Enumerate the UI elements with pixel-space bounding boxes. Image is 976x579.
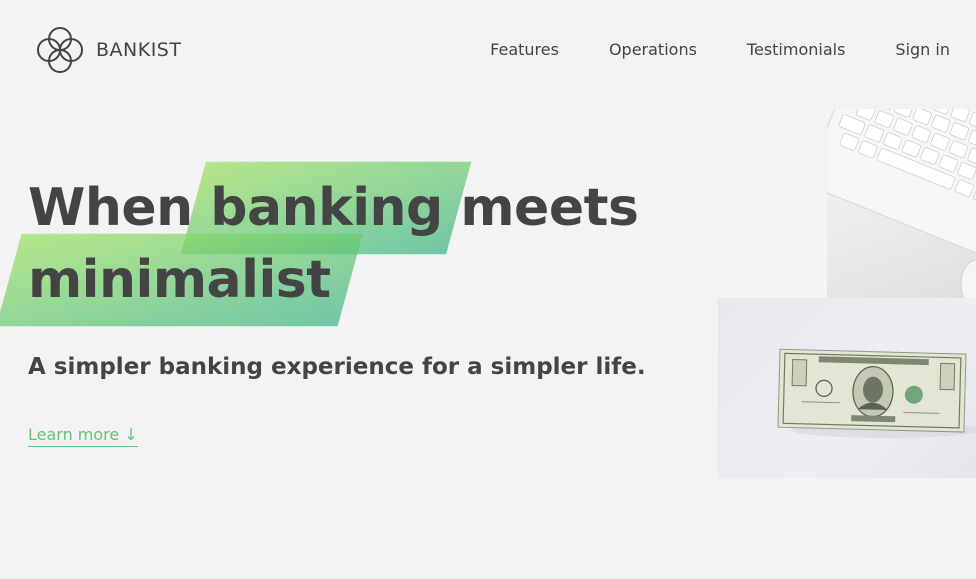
nav-link-sign-in[interactable]: Sign in — [895, 40, 950, 59]
nav-link-testimonials[interactable]: Testimonials — [747, 40, 846, 59]
dollar-bill-illustration — [777, 348, 976, 438]
hero-title-word: meets — [460, 178, 639, 238]
brand-logo[interactable]: BANKIST — [36, 27, 181, 73]
learn-more-button[interactable]: Learn more ↓ — [28, 425, 138, 447]
nav-link-operations[interactable]: Operations — [609, 40, 697, 59]
hero-title: When banking meets minimalist — [28, 172, 639, 316]
logo-icon — [37, 27, 83, 73]
money-image — [718, 298, 976, 478]
top-navigation: BANKIST Features Operations Testimonials… — [0, 0, 976, 100]
keyboard-image — [827, 109, 976, 324]
nav-links: Features Operations Testimonials Sign in — [490, 40, 950, 59]
keyboard-illustration — [827, 109, 976, 309]
hero-title-word: When — [28, 178, 193, 238]
brand-name: BANKIST — [96, 39, 182, 61]
nav-link-features[interactable]: Features — [490, 40, 559, 59]
hero-title-highlight: minimalist — [28, 244, 331, 316]
hero-subtitle: A simpler banking experience for a simpl… — [28, 354, 646, 380]
